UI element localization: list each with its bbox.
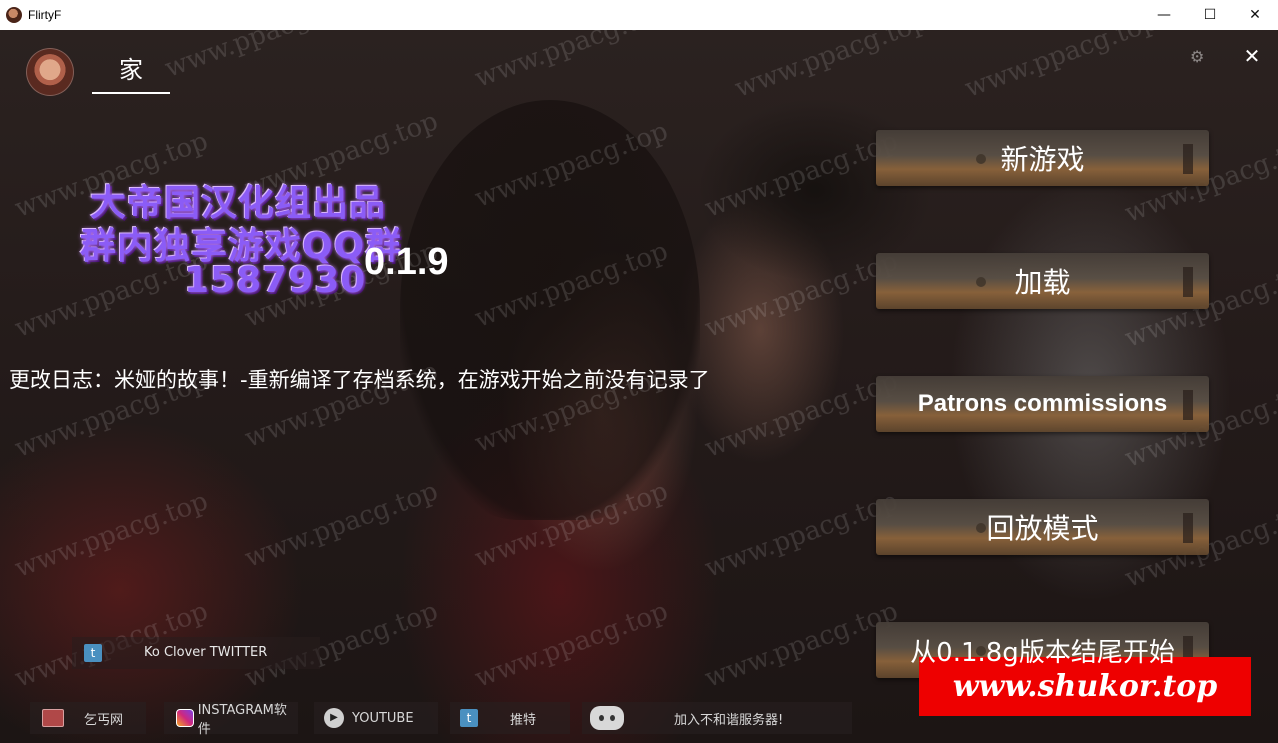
gear-icon[interactable]: ⚙ [1190, 47, 1204, 66]
youtube-label: YOUTUBE [352, 710, 414, 726]
replay-label: 回放模式 [986, 512, 1099, 545]
logo-line-3: 1587930 [184, 260, 367, 301]
window-close-button[interactable]: ✕ [1232, 0, 1278, 30]
discord-icon [590, 706, 624, 730]
image-icon [42, 709, 64, 727]
patrons-label: Patrons commissions [917, 390, 1168, 417]
button-texture [1183, 513, 1193, 543]
play-icon: ▶ [324, 708, 344, 728]
instagram-link[interactable]: INSTAGRAM软件 [164, 702, 298, 737]
discord-label: 加入不和谐服务器! [674, 712, 784, 728]
button-texture [976, 154, 986, 164]
youtube-link[interactable]: ▶ YOUTUBE [314, 702, 438, 734]
window-titlebar: FlirtyF — ☐ ✕ [0, 0, 1278, 30]
tweet-label: 推特 [510, 712, 537, 728]
tab-home[interactable]: 家 [92, 52, 170, 94]
close-button[interactable]: ✕ [1238, 42, 1266, 70]
beggar-label: 乞丐网 [84, 712, 124, 728]
load-button[interactable]: 加载 [876, 253, 1209, 309]
ko-clover-twitter-label: Ko Clover TWITTER [144, 645, 268, 660]
discord-link[interactable]: 加入不和谐服务器! [582, 702, 852, 734]
button-texture [976, 277, 986, 287]
twitter-icon: t [84, 644, 102, 662]
instagram-label: INSTAGRAM软件 [197, 703, 287, 737]
avatar[interactable] [26, 48, 74, 96]
button-texture [976, 523, 986, 533]
ko-clover-twitter-link[interactable]: t Ko Clover TWITTER [72, 637, 320, 669]
twitter-icon: t [460, 709, 478, 727]
button-texture [1183, 144, 1193, 174]
button-texture [1183, 390, 1193, 420]
window-title: FlirtyF [28, 8, 62, 22]
minimize-button[interactable]: — [1141, 0, 1187, 30]
instagram-icon [176, 709, 194, 727]
maximize-button[interactable]: ☐ [1187, 0, 1233, 30]
app-icon [6, 7, 22, 23]
replay-mode-button[interactable]: 回放模式 [876, 499, 1209, 555]
new-game-label: 新游戏 [1000, 143, 1085, 176]
patrons-commissions-button[interactable]: Patrons commissions [876, 376, 1209, 432]
new-game-button[interactable]: 新游戏 [876, 130, 1209, 186]
load-label: 加载 [1014, 266, 1071, 299]
beggar-link[interactable]: 乞丐网 [30, 702, 146, 734]
background-figure-woman [400, 100, 700, 520]
changelog-text: 更改日志：米娅的故事！-重新编译了存档系统，在游戏开始之前没有记录了 [9, 368, 710, 392]
start-from-label: 从0.1.8g版本结尾开始 [910, 637, 1175, 668]
tweet-link[interactable]: t 推特 [450, 702, 570, 734]
version-label: 0.1.9 [364, 241, 449, 283]
button-texture [1183, 267, 1193, 297]
